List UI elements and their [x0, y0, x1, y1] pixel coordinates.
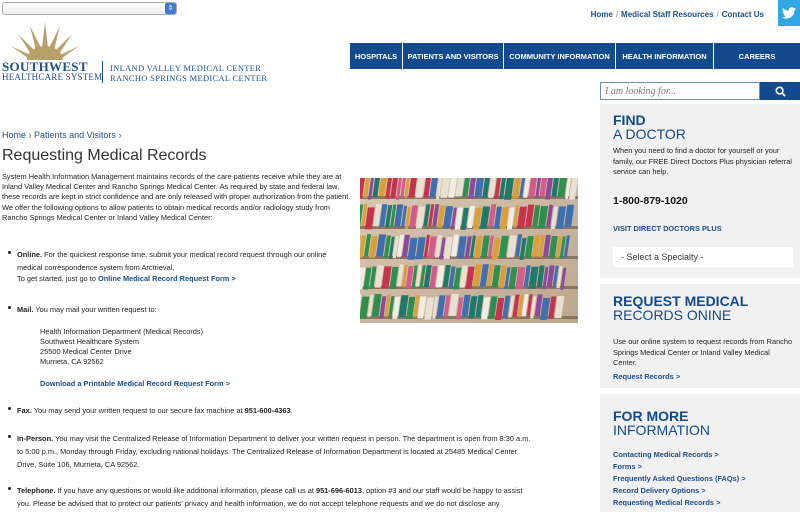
bullet	[8, 407, 11, 410]
search-button[interactable]	[760, 82, 800, 100]
medical-records-photo	[360, 178, 578, 323]
faqs-link[interactable]: Frequently Asked Questions (FAQs) >	[613, 473, 746, 485]
main-nav: HOSPITALS PATIENTS AND VISITORS COMMUNIT…	[350, 43, 800, 69]
breadcrumb: Home › Patients and Visitors ›	[2, 130, 122, 140]
request-records-title: REQUEST MEDICAL	[613, 293, 749, 309]
fax-number: 951-600-4363	[244, 406, 291, 415]
bullet	[8, 306, 11, 309]
sun-logo-icon	[11, 22, 79, 60]
breadcrumb-home[interactable]: Home	[2, 130, 26, 140]
phone-number: 951-696-6013	[315, 486, 362, 495]
home-link[interactable]: Home	[591, 10, 613, 19]
more-info-subtitle: INFORMATION	[613, 422, 710, 438]
nav-community-information[interactable]: COMMUNITY INFORMATION	[504, 43, 616, 69]
more-info-title: FOR MORE	[613, 408, 689, 424]
specialty-select[interactable]: - Select a Specialty -	[613, 247, 793, 267]
hospital-names: INLAND VALLEY MEDICAL CENTER RANCHO SPRI…	[110, 63, 268, 83]
nav-careers[interactable]: CAREERS	[714, 43, 800, 69]
record-delivery-options-link[interactable]: Record Delivery Options >	[613, 485, 746, 497]
medical-staff-resources-link[interactable]: Medical Staff Resources	[621, 10, 713, 19]
breadcrumb-patients-and-visitors[interactable]: Patients and Visitors	[34, 130, 116, 140]
online-request-form-link[interactable]: Online Medical Record Request Form >	[98, 274, 236, 283]
site-selector[interactable]: ⇕	[2, 2, 177, 15]
request-records-link[interactable]: Request Records >	[613, 372, 680, 381]
search-bar	[600, 82, 800, 100]
nav-health-information[interactable]: HEALTH INFORMATION	[616, 43, 714, 69]
page-title: Requesting Medical Records	[2, 147, 207, 164]
search-icon	[774, 85, 786, 97]
visit-direct-doctors-link[interactable]: VISIT DIRECT DOCTORS PLUS	[613, 224, 722, 233]
referral-phone[interactable]: 1-800-879-1020	[613, 195, 688, 207]
sidebar: FIND A DOCTOR When you need to find a do…	[600, 104, 800, 512]
intro-paragraph: System Health Information Management mai…	[2, 172, 351, 222]
requesting-medical-records-link[interactable]: Requesting Medical Records >	[613, 497, 746, 509]
find-doctor-subtitle: A DOCTOR	[613, 126, 686, 142]
utility-links: Home / Medical Staff Resources / Contact Us	[590, 10, 764, 19]
brand-name: SOUTHWEST HEALTHCARE SYSTEM	[2, 59, 103, 82]
request-records-text: Use our online system to request records…	[613, 337, 793, 367]
southwest-healthcare-logo[interactable]: SOUTHWEST HEALTHCARE SYSTEM INLAND VALLE…	[2, 20, 272, 86]
bullet	[8, 487, 11, 490]
select-arrows-icon: ⇕	[165, 3, 176, 14]
find-doctor-text: When you need to find a doctor for yours…	[613, 146, 792, 176]
mailing-address: Health Information Department (Medical R…	[40, 327, 204, 366]
sidebar-divider	[600, 388, 800, 394]
find-doctor-title: FIND	[613, 112, 646, 128]
forms-link[interactable]: Forms >	[613, 461, 746, 473]
bullet	[8, 251, 11, 254]
logo-divider	[102, 61, 103, 83]
sidebar-divider	[600, 278, 800, 284]
contacting-medical-records-link[interactable]: Contacting Medical Records >	[613, 449, 746, 461]
bullet	[8, 435, 11, 438]
more-info-links: Contacting Medical Records > Forms > Fre…	[613, 449, 746, 509]
printable-request-form-link[interactable]: Download a Printable Medical Record Requ…	[40, 379, 230, 389]
search-input[interactable]	[600, 82, 760, 100]
request-records-subtitle: RECORDS ONINE	[613, 307, 732, 323]
twitter-icon[interactable]	[778, 0, 800, 26]
nav-hospitals[interactable]: HOSPITALS	[350, 43, 403, 69]
nav-patients-and-visitors[interactable]: PATIENTS AND VISITORS	[403, 43, 504, 69]
contact-us-link[interactable]: Contact Us	[722, 10, 764, 19]
